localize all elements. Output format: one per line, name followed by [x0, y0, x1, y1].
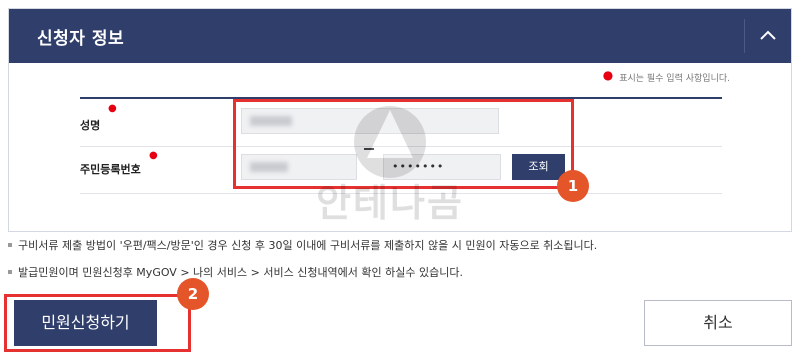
notice-item-1: 구비서류 제출 방법이 '우편/팩스/방문'인 경우 신청 후 30일 이내에 …	[8, 237, 597, 253]
notice-text-1: 구비서류 제출 방법이 '우편/팩스/방문'인 경우 신청 후 30일 이내에 …	[18, 239, 598, 252]
required-dot: ●	[602, 68, 614, 82]
highlight-box-form	[233, 99, 574, 189]
notice-item-2: 발급민원이며 민원신청후 MyGOV > 나의 서비스 > 서비스 신청내역에서…	[8, 264, 463, 280]
form-bottom-border	[80, 193, 722, 194]
notice-text-2: 발급민원이며 민원신청후 MyGOV > 나의 서비스 > 서비스 신청내역에서…	[18, 266, 463, 279]
step-badge-1: 1	[557, 170, 589, 202]
rrn-required-dot: ●	[149, 150, 158, 161]
panel-header: 신청자 정보	[9, 9, 791, 63]
panel-title: 신청자 정보	[37, 29, 125, 49]
bullet-square	[8, 270, 12, 274]
required-note: ● 표시는 필수 입력 사항입니다.	[602, 68, 730, 84]
rrn-label: 주민등록번호	[80, 163, 141, 176]
name-required-dot: ●	[108, 103, 117, 114]
chevron-up-icon	[760, 30, 776, 40]
collapse-toggle-button[interactable]	[745, 9, 791, 63]
cancel-button[interactable]: 취소	[644, 300, 792, 346]
highlight-box-apply	[4, 294, 191, 352]
name-label: 성명	[80, 119, 101, 132]
step-badge-2: 2	[177, 278, 209, 310]
bullet-square	[8, 243, 12, 247]
required-note-text: 표시는 필수 입력 사항입니다.	[619, 74, 730, 84]
